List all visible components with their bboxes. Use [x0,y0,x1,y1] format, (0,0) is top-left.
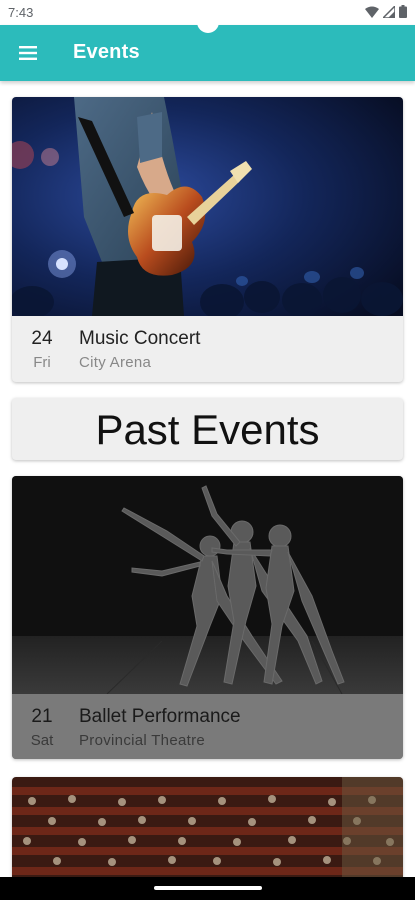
home-gesture-handle[interactable] [154,886,262,890]
event-date: 24 [31,328,53,349]
app-title: Events [73,41,140,63]
event-card-music-concert[interactable]: 24 Fri Music Concert City Arena [12,97,403,382]
status-time: 7:43 [8,5,34,20]
signal-icon [383,5,395,18]
event-day: Fri [33,354,51,371]
event-title: Ballet Performance [79,706,241,727]
wifi-icon [365,6,379,18]
menu-button[interactable] [16,41,40,65]
event-card-ballet-performance[interactable]: 21 Sat Ballet Performance Provincial The… [12,476,403,759]
events-list[interactable]: 24 Fri Music Concert City Arena Past Eve… [0,81,415,877]
event-date: 21 [31,706,53,727]
camera-notch [197,17,219,33]
event-card-theatre[interactable] [12,777,403,877]
status-icons [365,5,407,18]
navigation-bar [0,877,415,900]
app-bar: Events [0,17,415,81]
event-info: 24 Fri Music Concert City Arena [12,316,403,382]
event-image-guitar-concert [12,97,403,316]
event-image-ballet [12,476,403,694]
event-info: 21 Sat Ballet Performance Provincial The… [12,694,403,759]
past-events-title: Past Events [95,406,320,453]
past-events-header: Past Events [12,398,403,460]
event-image-theatre-audience [12,777,403,877]
event-title: Music Concert [79,328,201,349]
battery-icon [399,5,407,18]
event-venue: City Arena [79,354,152,371]
menu-icon [19,46,37,60]
event-venue: Provincial Theatre [79,732,206,749]
event-day: Sat [30,732,54,749]
